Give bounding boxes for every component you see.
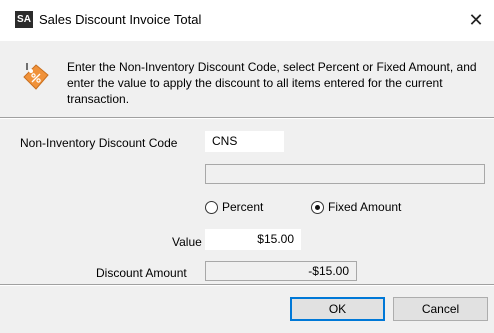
window-title: Sales Discount Invoice Total: [39, 12, 202, 27]
discount-tag-icon: [23, 63, 49, 90]
dialog-body: Enter the Non-Inventory Discount Code, s…: [0, 41, 494, 333]
value-input[interactable]: $15.00: [205, 229, 301, 250]
fixed-amount-radio-label[interactable]: Fixed Amount: [328, 200, 401, 214]
info-banner: Enter the Non-Inventory Discount Code, s…: [0, 41, 494, 116]
info-message: Enter the Non-Inventory Discount Code, s…: [67, 60, 477, 106]
close-button[interactable]: ✕: [462, 6, 490, 34]
app-logo-icon: SA: [15, 11, 33, 28]
cancel-button[interactable]: Cancel: [393, 297, 488, 321]
discount-code-label: Non-Inventory Discount Code: [20, 136, 178, 150]
percent-radio-label[interactable]: Percent: [222, 200, 263, 214]
percent-radio[interactable]: [205, 201, 218, 214]
discount-amount-field: -$15.00: [205, 261, 357, 281]
fixed-amount-radio[interactable]: [311, 201, 324, 214]
discount-amount-label: Discount Amount: [96, 266, 187, 280]
ok-button[interactable]: OK: [290, 297, 385, 321]
divider: [0, 117, 494, 119]
discount-description-field: [205, 164, 485, 184]
divider: [0, 284, 494, 286]
discount-code-input[interactable]: CNS: [205, 131, 284, 152]
value-label: Value: [172, 235, 202, 249]
title-bar: SA Sales Discount Invoice Total ✕: [0, 0, 494, 40]
